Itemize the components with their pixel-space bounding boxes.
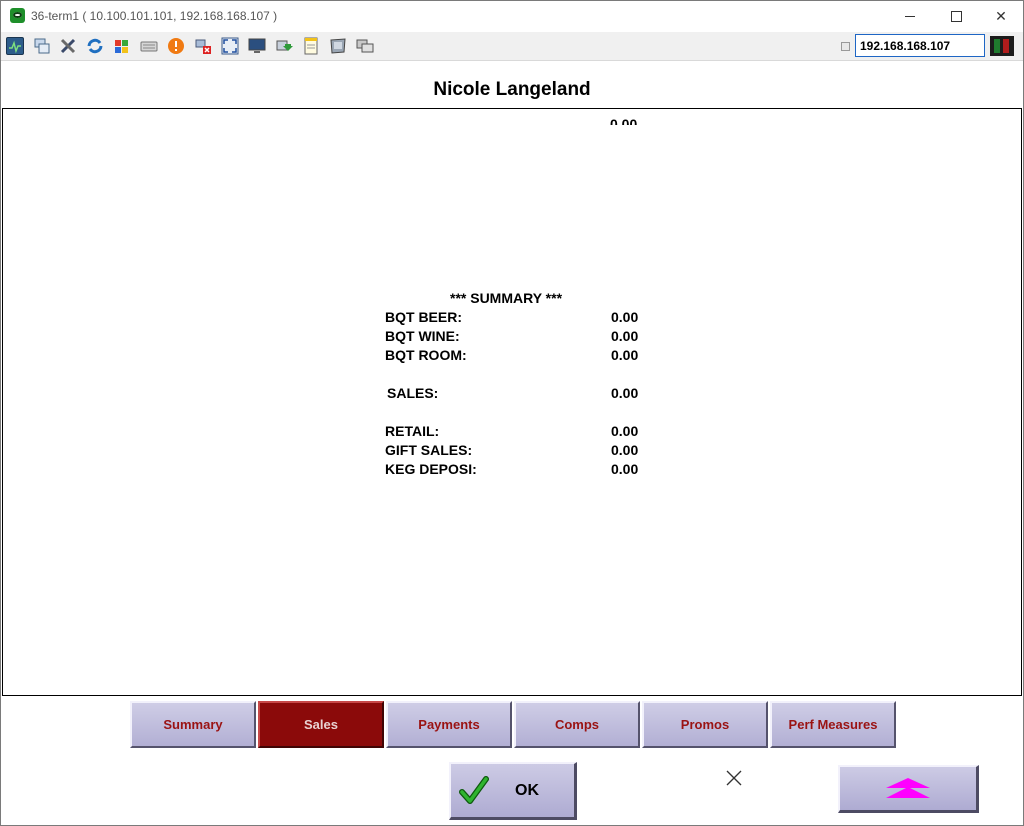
row-value: 0.00 [611, 423, 639, 439]
ok-button[interactable]: OK [449, 762, 577, 820]
window-title: 36-term1 ( 10.100.101.101, 192.168.168.1… [31, 9, 278, 23]
row-value: 0.00 [611, 328, 639, 344]
tools-icon[interactable] [59, 37, 77, 55]
fullscreen-icon[interactable] [221, 37, 239, 55]
report-row: BQT WINE: 0.00 [385, 328, 645, 347]
row-value: 0.00 [611, 309, 639, 325]
windows-icon[interactable] [33, 37, 51, 55]
report-row: RETAIL: 0.00 [385, 423, 645, 442]
app-eye-icon [10, 8, 25, 23]
clipped-value: 0.00 [610, 119, 637, 125]
display-icon[interactable] [248, 37, 266, 55]
tab-summary[interactable]: Summary [130, 701, 256, 748]
report-row: KEG DEPOSI: 0.00 [385, 461, 645, 480]
windows-flag-icon[interactable] [113, 37, 131, 55]
row-label: SALES: [387, 385, 439, 401]
network-disconnect-icon[interactable] [194, 37, 212, 55]
row-label: BQT ROOM: [385, 347, 467, 363]
row-value: 0.00 [611, 347, 639, 363]
tab-sales[interactable]: Sales [258, 701, 384, 748]
close-window-button[interactable]: ✕ [978, 1, 1024, 31]
report-panel[interactable]: 0.00 *** SUMMARY *** BQT BEER: 0.00 BQT … [2, 108, 1022, 696]
row-label: GIFT SALES: [385, 442, 473, 458]
notepad-icon[interactable] [302, 37, 320, 55]
keyboard-icon[interactable] [140, 37, 158, 55]
tab-comps[interactable]: Comps [514, 701, 640, 748]
monitor-icon[interactable] [6, 37, 24, 55]
row-value: 0.00 [611, 385, 639, 401]
maximize-icon [950, 10, 962, 22]
row-label: KEG DEPOSI: [385, 461, 477, 477]
tab-payments[interactable]: Payments [386, 701, 512, 748]
report-row: BQT ROOM: 0.00 [385, 347, 645, 366]
minimize-button[interactable] [887, 1, 933, 31]
row-value: 0.00 [611, 442, 639, 458]
ok-label: OK [515, 782, 539, 799]
checkmark-icon [459, 776, 489, 804]
row-label: RETAIL: [385, 423, 440, 439]
close-icon: ✕ [995, 7, 1007, 24]
toolbar [1, 32, 1023, 61]
row-value: 0.00 [611, 461, 639, 477]
chat-icon[interactable] [356, 37, 374, 55]
frame-icon[interactable] [329, 37, 347, 55]
employee-name: Nicole Langeland [433, 79, 591, 100]
double-chevron-up-icon [886, 778, 930, 798]
summary-heading: *** SUMMARY *** [450, 290, 563, 306]
maximize-button[interactable] [933, 1, 979, 31]
alert-icon[interactable] [167, 37, 185, 55]
tab-perf-measures[interactable]: Perf Measures [770, 701, 896, 748]
tab-promos[interactable]: Promos [642, 701, 768, 748]
title-bar: 36-term1 ( 10.100.101.101, 192.168.168.1… [1, 1, 1023, 31]
minimize-icon [905, 15, 915, 17]
row-label: BQT WINE: [385, 328, 460, 344]
scroll-up-button[interactable] [838, 765, 979, 813]
connection-status-icon[interactable] [990, 36, 1014, 56]
download-icon[interactable] [275, 37, 293, 55]
row-label: BQT BEER: [385, 309, 462, 325]
report-row: BQT BEER: 0.00 [385, 309, 645, 328]
ip-address-input[interactable] [855, 34, 985, 57]
report-row: SALES: 0.00 [385, 385, 645, 404]
report-row: GIFT SALES: 0.00 [385, 442, 645, 461]
refresh-icon[interactable] [86, 37, 104, 55]
terminal-window: 36-term1 ( 10.100.101.101, 192.168.168.1… [0, 0, 1024, 826]
ip-toggle-checkbox[interactable] [841, 42, 850, 51]
close-icon[interactable] [723, 767, 745, 789]
